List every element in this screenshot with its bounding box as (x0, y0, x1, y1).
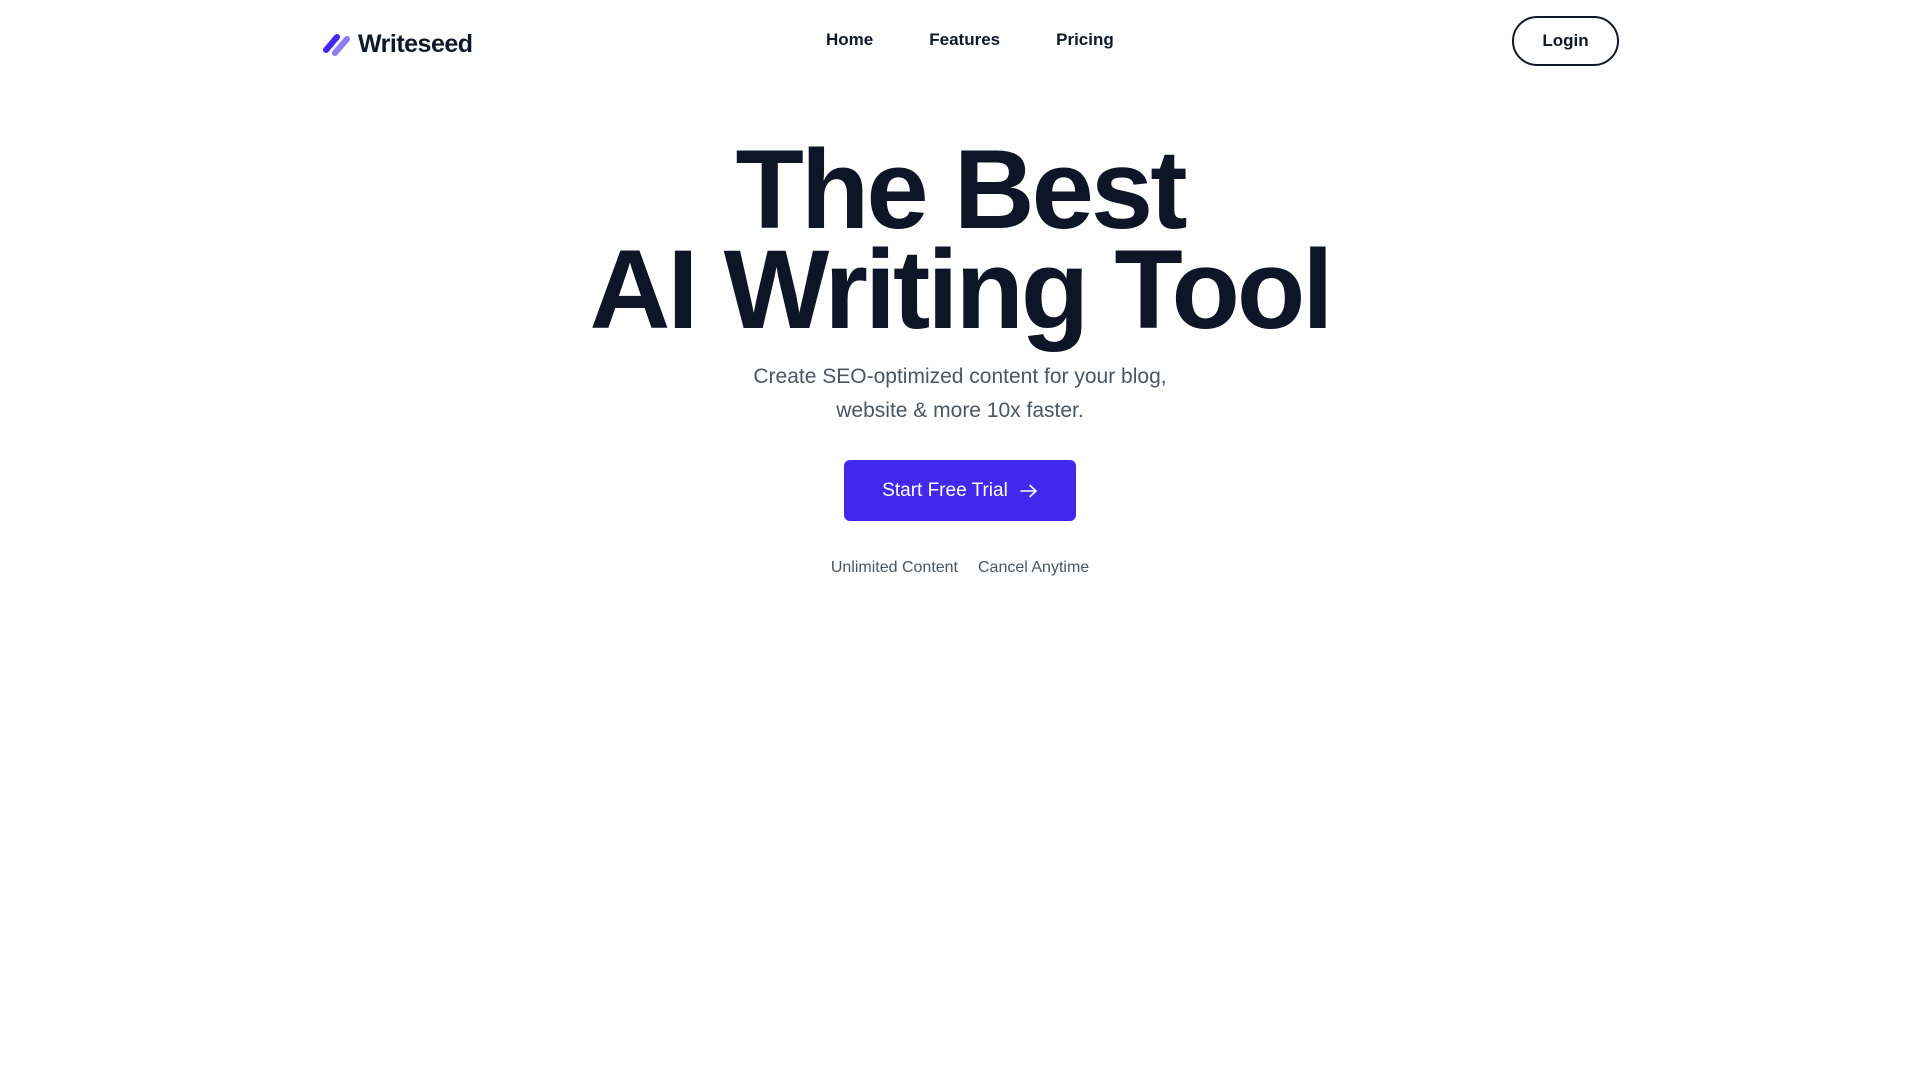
brand-name: Writeseed (358, 29, 473, 58)
cta-label: Start Free Trial (882, 479, 1008, 501)
hero-section: The Best AI Writing Tool Create SEO-opti… (0, 127, 1920, 577)
nav-home-link[interactable]: Home (826, 30, 873, 50)
landing-page: Writeseed Home Features Pricing Login Th… (0, 0, 1920, 1080)
nav-features-link[interactable]: Features (929, 30, 1000, 50)
perk-cancel-anytime: Cancel Anytime (978, 559, 1090, 576)
hero-subtitle: Create SEO-optimized content for your bl… (660, 360, 1260, 428)
hero-title-line-2: AI Writing Tool (589, 227, 1334, 352)
hero-title-line-1: The Best (735, 127, 1188, 252)
brand-logo-link[interactable]: Writeseed (322, 28, 473, 60)
start-free-trial-button[interactable]: Start Free Trial (844, 460, 1076, 521)
pen-stroke-icon (323, 34, 350, 56)
main-nav: Home Features Pricing (826, 30, 1114, 50)
hero-perks: Unlimited Content Cancel Anytime (0, 559, 1920, 577)
hero-subtitle-line-2: website & more 10x faster. (836, 399, 1084, 422)
hero-title: The Best AI Writing Tool (0, 127, 1920, 352)
nav-pricing-link[interactable]: Pricing (1056, 30, 1114, 50)
arrow-right-icon (1020, 484, 1037, 497)
hero-subtitle-line-1: Create SEO-optimized content for your bl… (753, 365, 1167, 388)
site-header: Writeseed Home Features Pricing Login (0, 0, 1920, 84)
login-button[interactable]: Login (1512, 16, 1619, 66)
perk-unlimited-content: Unlimited Content (830, 559, 958, 576)
